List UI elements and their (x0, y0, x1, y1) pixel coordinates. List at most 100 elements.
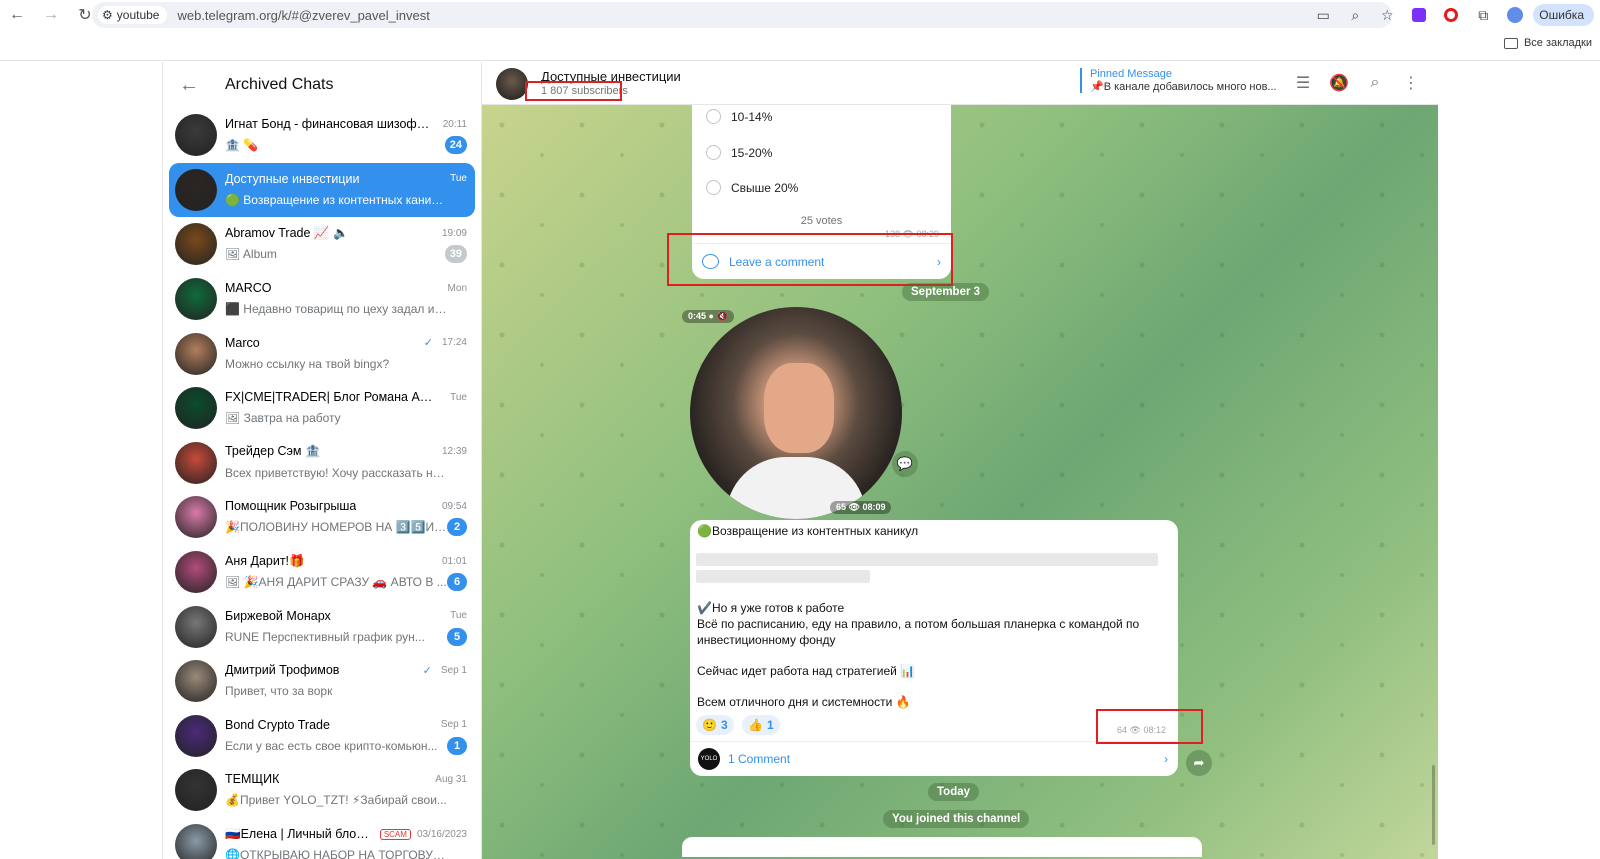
chat-name: Аня Дарит!🎁 (225, 553, 305, 568)
chat-row-top: Bond Crypto Trade Sep 1 (225, 716, 467, 734)
chat-row-bottom: RUNE Перспективный график рун... 5 (225, 627, 467, 647)
highlight-box-comment (667, 233, 953, 286)
extension-purple-icon[interactable] (1405, 1, 1433, 29)
chat-row-top: Помощник Розыгрыша 09:54 (225, 497, 467, 515)
chat-last-message: 🎉ПОЛОВИНУ НОМЕРОВ НА 3️⃣5️⃣ИГ... (225, 520, 447, 535)
radio-icon (706, 180, 721, 195)
chat-row-bottom: Привет, что за ворк (225, 681, 467, 701)
chat-item[interactable]: Аня Дарит!🎁 01:01 🖼 🎉АНЯ ДАРИТ СРАЗУ 🚗 АВТ… (169, 545, 475, 600)
video-face (764, 363, 834, 453)
chat-item[interactable]: Дмитрий Трофимов ✓ Sep 1 Привет, что за вор… (169, 654, 475, 709)
more-menu-icon[interactable]: ⋮ (1398, 70, 1424, 96)
chat-item[interactable]: Доступные инвестиции Tue 🟢 Возвращение из … (169, 162, 475, 218)
chat-row-top: FX|CME|TRADER| Блог Романа Анкуд... Tue (225, 388, 467, 406)
site-settings-icon: ⚙ (102, 8, 113, 22)
chat-name: Дмитрий Трофимов (225, 663, 340, 678)
chat-item[interactable]: Игнат Бонд - финансовая шизофре... 20:11 🏦… (169, 108, 475, 163)
profile-status-button[interactable]: Ошибка (1533, 4, 1594, 26)
discussion-icon[interactable]: ☰ (1290, 70, 1316, 96)
all-bookmarks-button[interactable]: Все закладки (1503, 37, 1592, 49)
chat-item[interactable]: Биржевой Монарх Tue RUNE Перспективный гра… (169, 599, 475, 654)
poll-option[interactable]: 10-14% (706, 109, 772, 124)
chat-avatar (175, 223, 217, 266)
chat-avatar (175, 605, 217, 648)
highlight-box-views (1096, 709, 1203, 744)
video-duration: 0:45 ● 🔇 (682, 310, 734, 323)
round-video-message[interactable] (690, 307, 902, 519)
comments-button[interactable]: YOLO 1 Comment › (690, 741, 1178, 776)
read-check-icon: ✓ (423, 337, 433, 350)
chat-item[interactable]: Bond Crypto Trade Sep 1 Если у вас есть св… (169, 709, 475, 764)
chat-body: Помощник Розыгрыша 09:54 🎉ПОЛОВИНУ НОМЕРОВ… (225, 497, 475, 537)
chat-last-message: 🖼 Завтра на работу (225, 411, 341, 426)
chat-time: Aug 31 (435, 773, 467, 785)
address-bar[interactable]: ⚙ youtube web.telegram.org/k/#@zverev_pav… (92, 2, 1392, 28)
chat-last-message: Можно ссылку на твой bingx? (225, 356, 390, 371)
chat-row-top: Трейдер Сэм 🏦 12:39 (225, 443, 467, 461)
poll-option[interactable]: Свыше 20% (706, 180, 798, 195)
poll-option-label: Свыше 20% (731, 180, 799, 195)
chat-item[interactable]: MARCO Mon ⬛ Недавно товарищ по цеху задал … (169, 272, 475, 327)
search-icon[interactable]: ⌕ (1362, 70, 1388, 96)
mute-bell-icon[interactable]: 🔕 (1326, 70, 1352, 96)
chat-name: FX|CME|TRADER| Блог Романа Анкуд... (225, 390, 435, 405)
chat-row-bottom: 🏦 💊 24 (225, 135, 467, 155)
chat-time: Mon (447, 282, 467, 294)
sidebar-title: Archived Chats (225, 76, 334, 93)
chat-row-bottom: 🎉ПОЛОВИНУ НОМЕРОВ НА 3️⃣5️⃣ИГ... 2 (225, 517, 467, 537)
chat-name: MARCO (225, 281, 272, 296)
chat-row-bottom: 🖼 🎉АНЯ ДАРИТ СРАЗУ 🚗 АВТО В ... 6 (225, 572, 467, 592)
reaction-smile[interactable]: 🙂 3 (696, 715, 734, 735)
chat-avatar (175, 278, 217, 321)
chat-item[interactable]: Трейдер Сэм 🏦 12:39 Всех приветствую! Хочу… (169, 436, 475, 491)
chat-name: Доступные инвестиции (225, 171, 360, 186)
comments-label: 1 Comment (728, 752, 791, 766)
chat-item[interactable]: Помощник Розыгрыша 09:54 🎉ПОЛОВИНУ НОМЕРОВ… (169, 490, 475, 545)
header-actions: ☰ 🔕 ⌕ ⋮ (1290, 70, 1424, 96)
chat-item[interactable]: ТЕМЩИК Aug 31 💰Привет YOLO_TZT! ⚡Забирай с… (169, 763, 475, 818)
chat-time: 17:24 (441, 337, 467, 349)
chat-avatar (175, 168, 217, 211)
pinned-message[interactable]: Pinned Message 📌В канале добавилось мног… (1080, 68, 1280, 93)
forward-icon[interactable]: → (34, 0, 68, 30)
chat-name: Помощник Розыгрыша (225, 499, 357, 514)
pinned-text: 📌В канале добавилось много нов... (1090, 81, 1277, 93)
chat-name: ТЕМЩИК (225, 772, 280, 787)
chat-item[interactable]: FX|CME|TRADER| Блог Романа Анкуд... Tue 🖼 … (169, 381, 475, 436)
post-line: Сейчас идет работа над стратегией 📊 (697, 664, 916, 678)
comment-fab-icon[interactable]: 💬 (892, 451, 918, 477)
extensions-puzzle-icon[interactable]: ⧉ (1469, 1, 1497, 29)
chat-row-bottom: 🖼 Album 39 (225, 244, 467, 264)
unread-badge: 39 (444, 245, 467, 264)
scrollbar[interactable] (1432, 765, 1435, 845)
cast-icon[interactable]: ▭ (1309, 1, 1337, 29)
back-icon[interactable]: ← (0, 0, 34, 30)
site-chip[interactable]: ⚙ youtube (98, 6, 168, 24)
chat-item[interactable]: Abramov Trade 📈 🔈 19:09 🖼 Album 39 (169, 217, 475, 272)
back-arrow-icon[interactable]: ← (179, 74, 209, 97)
archived-chats-panel: ← Archived Chats Игнат Бонд - финансовая… (162, 62, 482, 859)
profile-icon[interactable] (1501, 1, 1529, 29)
profile-status-label: Ошибка (1539, 8, 1584, 22)
chat-name: Marco (225, 335, 260, 350)
url-text[interactable]: web.telegram.org/k/#@zverev_pavel_invest (177, 8, 429, 23)
channel-avatar[interactable] (496, 68, 528, 100)
chat-name: Abramov Trade 📈 🔈 (225, 225, 349, 240)
extension-opera-icon[interactable] (1437, 1, 1465, 29)
poll-option[interactable]: 15-20% (706, 145, 772, 160)
chat-item[interactable]: 🇷🇺Елена | Личный блог!... SCAM 03/16/2023 🌐… (169, 818, 475, 859)
reaction-thumbs-up[interactable]: 👍 1 (742, 715, 780, 735)
chat-row-bottom: Если у вас есть свое крипто-комьюн... 1 (225, 736, 467, 756)
chat-time: 01:01 (441, 555, 467, 567)
toolbar-icons: ▭ ⌕ ☆ ⧉ Ошибка (1309, 0, 1600, 30)
hidden-line (696, 570, 870, 583)
radio-icon (706, 145, 721, 160)
chat-last-message: 🟢 Возвращение из контентных каникул ... (225, 192, 447, 207)
chat-item[interactable]: Marco ✓ 17:24 Можно ссылку на твой bingx? (169, 326, 475, 381)
bookmark-star-icon[interactable]: ☆ (1373, 1, 1401, 29)
post-line: Всем отличного дня и системности 🔥 (697, 695, 911, 709)
share-icon[interactable]: ➦ (1186, 750, 1212, 776)
chat-avatar (175, 441, 217, 484)
zoom-icon[interactable]: ⌕ (1341, 1, 1369, 29)
chat-time: 09:54 (441, 500, 467, 512)
